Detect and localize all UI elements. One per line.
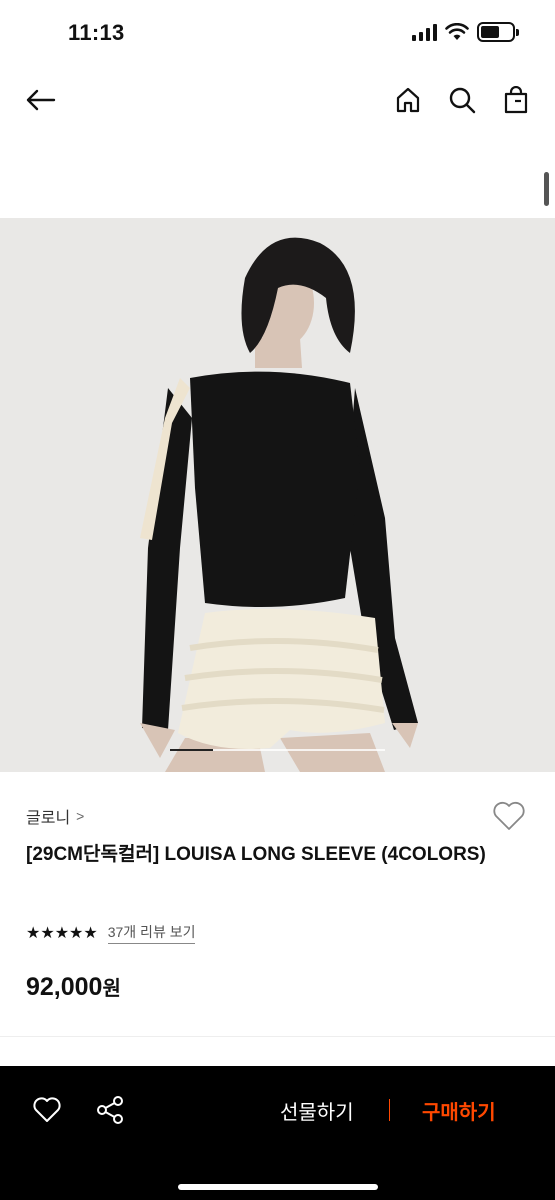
carousel-progress bbox=[170, 749, 385, 751]
status-time: 11:13 bbox=[68, 20, 125, 45]
heart-outline-icon bbox=[33, 1097, 61, 1122]
top-nav bbox=[0, 70, 555, 130]
home-icon bbox=[396, 87, 420, 113]
product-title: [29CM단독컬러] LOUISA LONG SLEEVE (4COLORS) bbox=[26, 844, 486, 865]
wifi-icon bbox=[445, 23, 469, 40]
status-bar: 11:13 bbox=[0, 0, 555, 66]
home-indicator bbox=[178, 1184, 378, 1190]
gift-button[interactable]: 선물하기 bbox=[280, 1096, 354, 1125]
button-divider bbox=[389, 1099, 390, 1121]
cellular-signal-icon bbox=[412, 23, 437, 41]
product-image[interactable] bbox=[0, 218, 555, 772]
scroll-indicator bbox=[544, 172, 549, 206]
product-photo bbox=[0, 218, 555, 772]
search-button[interactable] bbox=[444, 82, 480, 118]
wishlist-button[interactable] bbox=[492, 800, 528, 834]
search-icon bbox=[449, 87, 476, 114]
price: 92,000 원 bbox=[26, 972, 121, 1002]
home-button[interactable] bbox=[390, 82, 426, 118]
share-button[interactable] bbox=[90, 1093, 130, 1127]
brand-name: 글로니 bbox=[26, 810, 71, 827]
price-value: 92,000 bbox=[26, 973, 103, 1001]
bottom-action-bar: 선물하기 구매하기 bbox=[0, 1066, 555, 1200]
carousel-progress-fill bbox=[170, 749, 213, 751]
shopping-bag-icon bbox=[504, 86, 528, 114]
price-unit: 원 bbox=[102, 978, 121, 1000]
bottom-wishlist-button[interactable] bbox=[27, 1093, 67, 1127]
brand-link[interactable]: 글로니 > bbox=[26, 804, 84, 828]
divider bbox=[0, 1036, 555, 1037]
heart-outline-icon bbox=[493, 801, 525, 830]
share-icon bbox=[97, 1096, 123, 1124]
back-button[interactable] bbox=[22, 82, 58, 118]
buy-button[interactable]: 구매하기 bbox=[422, 1096, 496, 1125]
review-link[interactable]: 37개 리뷰 보기 bbox=[107, 922, 196, 944]
cart-button[interactable] bbox=[498, 82, 534, 118]
star-rating: ★★★★★ bbox=[26, 925, 98, 942]
arrow-left-icon bbox=[26, 89, 56, 111]
battery-icon bbox=[477, 22, 519, 42]
rating-row: ★★★★★ 37개 리뷰 보기 bbox=[26, 922, 196, 944]
chevron-right-icon: > bbox=[76, 808, 85, 824]
status-icons bbox=[412, 22, 519, 42]
